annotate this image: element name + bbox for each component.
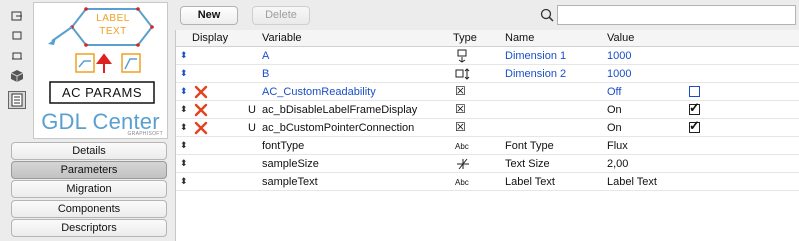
table-row[interactable]: ⬍ AC_CustomReadability ☒ Off (176, 83, 799, 101)
value-cell[interactable]: 1000 (607, 68, 631, 80)
name-cell[interactable]: Dimension 1 (505, 50, 566, 62)
name-cell[interactable]: Label Text (505, 176, 555, 188)
nav-descriptors-button[interactable]: Descriptors (11, 219, 167, 237)
reorder-handle-icon[interactable]: ⬍ (180, 122, 188, 133)
hide-x-icon[interactable] (194, 121, 208, 135)
reorder-handle-icon[interactable]: ⬍ (180, 158, 188, 169)
variable-cell[interactable]: ac_bCustomPointerConnection (262, 122, 414, 134)
parameters-table: Display Variable Type Name Value ⬍ A Dimen… (175, 30, 799, 241)
table-row[interactable]: ⬍ B Dimension 2 1000 (176, 65, 799, 83)
table-row[interactable]: ⬍ Uac_bCustomPointerConnection ☒ On ✓ (176, 119, 799, 137)
search-icon (539, 7, 555, 23)
col-value-header[interactable]: Value (607, 32, 634, 44)
value-checkbox[interactable] (689, 86, 700, 97)
value-cell[interactable]: On (607, 122, 622, 134)
nav-migration-button[interactable]: Migration (11, 180, 167, 198)
value-cell[interactable]: 1000 (607, 50, 631, 62)
table-row[interactable]: ⬍ fontType Abc Font Type Flux (176, 137, 799, 155)
value-cell[interactable]: Flux (607, 140, 628, 152)
preview-label-line2: TEXT (99, 26, 127, 37)
variable-cell[interactable]: sampleText (262, 176, 318, 188)
reorder-handle-icon[interactable]: ⬍ (180, 140, 188, 151)
col-display-header[interactable]: Display (192, 32, 228, 44)
name-cell[interactable]: Dimension 2 (505, 68, 566, 80)
name-cell[interactable]: Text Size (505, 158, 550, 170)
boolean-icon[interactable]: ☒ (455, 120, 466, 134)
variable-cell[interactable]: AC_CustomReadability (262, 86, 376, 98)
boolean-icon[interactable]: ☒ (455, 84, 466, 98)
length-b-icon[interactable] (455, 67, 471, 84)
view-2d-symbol-icon[interactable] (9, 8, 25, 24)
view-rectangle-icon[interactable] (9, 27, 25, 43)
table-row[interactable]: ⬍ sampleSize Text Size 2,00 (176, 155, 799, 173)
length-a-icon[interactable] (455, 49, 469, 66)
delete-button[interactable]: Delete (252, 6, 310, 25)
graphisoft-logo-text: GRAPHISOFT (127, 131, 163, 137)
reorder-handle-icon[interactable]: ⬍ (180, 50, 188, 61)
variable-cell[interactable]: A (262, 50, 269, 62)
reorder-handle-icon[interactable]: ⬍ (180, 176, 188, 187)
boolean-icon[interactable]: ☒ (455, 102, 466, 116)
variable-cell[interactable]: B (262, 68, 269, 80)
nav-components-button[interactable]: Components (11, 200, 167, 218)
reorder-handle-icon[interactable]: ⬍ (180, 104, 188, 115)
new-button[interactable]: New (180, 6, 238, 25)
abc-icon[interactable]: Abc (455, 142, 469, 151)
nav-details-button[interactable]: Details (11, 142, 167, 160)
variable-cell[interactable]: sampleSize (262, 158, 319, 170)
view-3d-icon[interactable] (9, 68, 25, 84)
object-preview: LABEL TEXT AC PARAMS GDL Center GRAPHISO… (33, 2, 168, 139)
value-checkbox-checked[interactable]: ✓ (689, 101, 700, 115)
reorder-handle-icon[interactable]: ⬍ (180, 68, 188, 79)
table-row[interactable]: ⬍ A Dimension 1 1000 (176, 47, 799, 65)
preview-label-line1: LABEL (96, 13, 130, 24)
value-cell[interactable]: 2,00 (607, 158, 628, 170)
nav-parameters-button[interactable]: Parameters (11, 161, 167, 179)
unique-flag: U (248, 122, 256, 134)
table-row[interactable]: ⬍ Uac_bDisableLabelFrameDisplay ☒ On ✓ (176, 101, 799, 119)
abc-icon[interactable]: Abc (455, 178, 469, 187)
view-plan-icon[interactable] (9, 47, 25, 63)
value-cell[interactable]: Off (607, 86, 621, 98)
value-cell[interactable]: Label Text (607, 176, 657, 188)
name-cell[interactable]: Font Type (505, 140, 554, 152)
real-number-icon[interactable] (455, 157, 471, 174)
table-header: Display Variable Type Name Value (176, 30, 799, 47)
table-row[interactable]: ⬍ sampleText Abc Label Text Label Text (176, 173, 799, 191)
variable-cell[interactable]: ac_bDisableLabelFrameDisplay (262, 104, 417, 116)
hide-x-icon[interactable] (194, 85, 208, 99)
view-list-icon[interactable] (8, 91, 26, 109)
col-type-header[interactable]: Type (453, 32, 477, 44)
col-name-header[interactable]: Name (505, 32, 534, 44)
variable-cell[interactable]: fontType (262, 140, 304, 152)
value-cell[interactable]: On (607, 104, 622, 116)
col-variable-header[interactable]: Variable (262, 32, 302, 44)
search-input[interactable] (557, 5, 796, 25)
reorder-handle-icon[interactable]: ⬍ (180, 86, 188, 97)
value-checkbox-checked[interactable]: ✓ (689, 119, 700, 133)
unique-flag: U (248, 104, 256, 116)
preview-params-label: AC PARAMS (61, 85, 143, 100)
hide-x-icon[interactable] (194, 103, 208, 117)
